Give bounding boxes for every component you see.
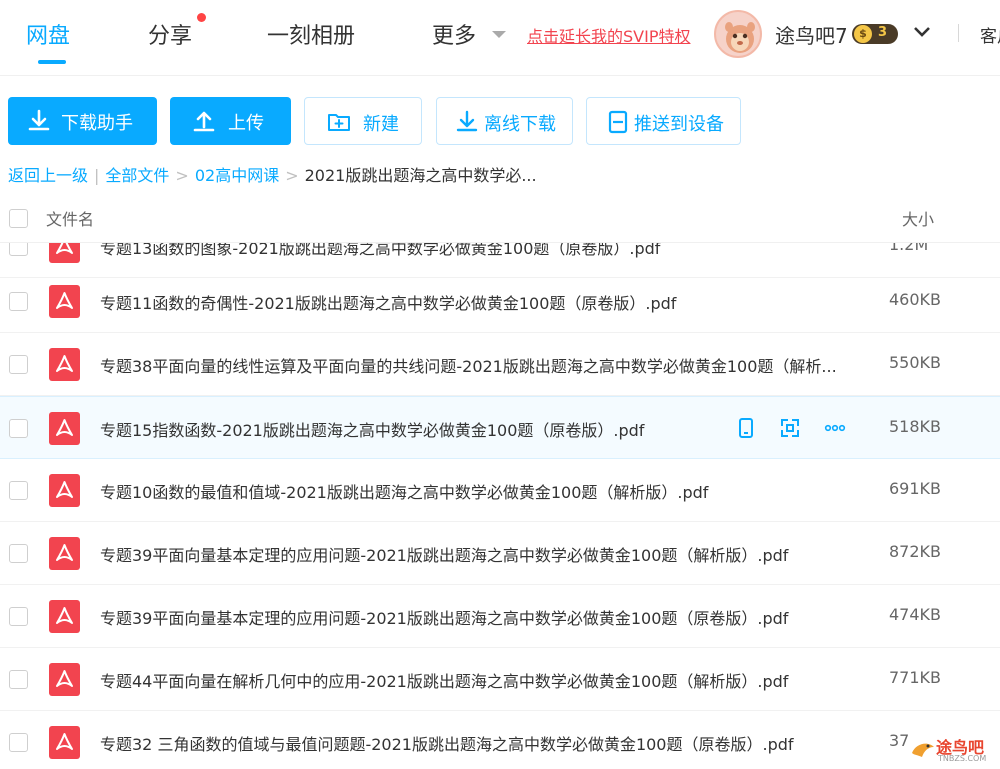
upload-icon [193,111,215,132]
tab-album[interactable]: 一刻相册 [267,18,355,50]
tab-more[interactable]: 更多 [432,18,476,50]
column-header-size[interactable]: 大小 [902,206,934,230]
file-name[interactable]: 专题39平面向量基本定理的应用问题-2021版跳出题海之高中数学必做黄金100题… [100,542,860,566]
file-name[interactable]: 专题44平面向量在解析几何中的应用-2021版跳出题海之高中数学必做黄金100题… [100,668,860,692]
file-size: 474KB [889,605,942,624]
watermark-sub: TNBZS.COM [938,754,987,763]
more-dropdown-icon[interactable] [492,31,506,38]
offline-download-label: 离线下载 [484,114,556,135]
new-folder-button[interactable]: 新建 [304,97,422,145]
row-checkbox[interactable] [9,481,28,500]
row-checkbox[interactable] [9,607,28,626]
breadcrumb: 返回上一级 | 全部文件 >02高中网课 >2021版跳出题海之高中数学必... [8,162,537,186]
download-helper-button[interactable]: 下载助手 [8,97,157,145]
upload-button[interactable]: 上传 [170,97,291,145]
pdf-icon [49,412,80,445]
table-row[interactable]: 专题39平面向量基本定理的应用问题-2021版跳出题海之高中数学必做黄金100题… [0,585,1000,648]
file-size: 518KB [889,417,942,436]
watermark-bird-icon [912,743,934,757]
pdf-icon [49,726,80,759]
file-size: 872KB [889,542,942,561]
more-icon[interactable] [823,416,847,440]
all-files-link[interactable]: 全部文件 [105,166,169,185]
file-size: 691KB [889,479,942,498]
table-row[interactable]: 专题39平面向量基本定理的应用问题-2021版跳出题海之高中数学必做黄金100题… [0,522,1000,585]
back-link[interactable]: 返回上一级 [8,166,88,185]
row-checkbox[interactable] [9,733,28,752]
file-table-header: 文件名 大小 [0,195,1000,243]
download-icon [28,109,50,131]
notification-dot [197,13,206,22]
client-link[interactable]: 客户端 [980,22,1000,47]
row-checkbox[interactable] [9,670,28,689]
file-name[interactable]: 专题10函数的最值和值域-2021版跳出题海之高中数学必做黄金100题（解析版）… [100,479,860,503]
username[interactable]: 途鸟吧7 [775,20,848,49]
table-row[interactable]: 专题15指数函数-2021版跳出题海之高中数学必做黄金100题（原卷版）.pdf… [0,396,1000,459]
column-header-name[interactable]: 文件名 [46,206,94,230]
table-row[interactable]: 专题32 三角函数的值域与最值问题题-2021版跳出题海之高中数学必做黄金100… [0,711,1000,769]
file-name[interactable]: 专题15指数函数-2021版跳出题海之高中数学必做黄金100题（原卷版）.pdf [100,417,720,441]
upload-label: 上传 [228,113,264,134]
breadcrumb-separator: > [285,166,299,185]
file-size: 460KB [889,290,942,309]
offline-download-button[interactable]: 离线下载 [436,97,573,145]
top-navigation: 网盘 分享 一刻相册 更多 点击延长我的SVIP特权 途鸟吧7 $ 3 客户端 [0,0,1000,76]
table-row[interactable]: 专题44平面向量在解析几何中的应用-2021版跳出题海之高中数学必做黄金100题… [0,648,1000,711]
nav-divider [958,24,959,42]
offline-download-icon [456,110,478,132]
avatar[interactable] [714,10,762,58]
folder-link[interactable]: 02高中网课 [195,166,279,185]
file-name[interactable]: 专题11函数的奇偶性-2021版跳出题海之高中数学必做黄金100题（原卷版）.p… [100,290,860,314]
pdf-icon [49,474,80,507]
row-checkbox[interactable] [9,292,28,311]
vip-coin-icon: $ [854,25,872,43]
file-size: 37 [889,731,910,750]
row-checkbox[interactable] [9,355,28,374]
pdf-icon [49,600,80,633]
file-name[interactable]: 专题38平面向量的线性运算及平面向量的共线问题-2021版跳出题海之高中数学必做… [100,353,860,377]
row-checkbox[interactable] [9,544,28,563]
pdf-icon [49,537,80,570]
svip-renew-link[interactable]: 点击延长我的SVIP特权 [527,23,690,47]
file-name[interactable]: 专题32 三角函数的值域与最值问题题-2021版跳出题海之高中数学必做黄金100… [100,731,860,755]
file-size: 550KB [889,353,942,372]
breadcrumb-separator: > [175,166,189,185]
push-to-device-button[interactable]: 推送到设备 [586,97,741,145]
pdf-icon [49,285,80,318]
row-checkbox[interactable] [9,419,28,438]
tab-share[interactable]: 分享 [148,18,192,50]
chevron-down-icon[interactable] [912,22,932,42]
pdf-icon [49,348,80,381]
vip-level-badge: $ 3 [852,24,898,44]
file-name[interactable]: 专题39平面向量基本定理的应用问题-2021版跳出题海之高中数学必做黄金100题… [100,605,860,629]
push-device-icon [608,110,628,134]
download-helper-label: 下载助手 [61,113,133,134]
tab-netdisk[interactable]: 网盘 [26,18,70,50]
current-folder: 2021版跳出题海之高中数学必... [304,166,537,185]
table-row[interactable]: 专题10函数的最值和值域-2021版跳出题海之高中数学必做黄金100题（解析版）… [0,459,1000,522]
breadcrumb-separator: | [94,166,100,185]
pdf-icon [49,663,80,696]
share-icon[interactable] [778,416,802,440]
active-tab-indicator [38,60,66,64]
watermark: 途鸟吧 TNBZS.COM [908,732,1000,768]
vip-level: 3 [878,25,888,40]
phone-icon[interactable] [734,416,758,440]
table-row[interactable]: 专题38平面向量的线性运算及平面向量的共线问题-2021版跳出题海之高中数学必做… [0,333,1000,396]
select-all-checkbox[interactable] [9,209,28,228]
new-folder-icon [328,114,350,131]
file-size: 771KB [889,668,942,687]
table-row[interactable]: 专题11函数的奇偶性-2021版跳出题海之高中数学必做黄金100题（原卷版）.p… [0,270,1000,333]
push-to-device-label: 推送到设备 [634,114,724,135]
new-folder-label: 新建 [363,114,399,135]
